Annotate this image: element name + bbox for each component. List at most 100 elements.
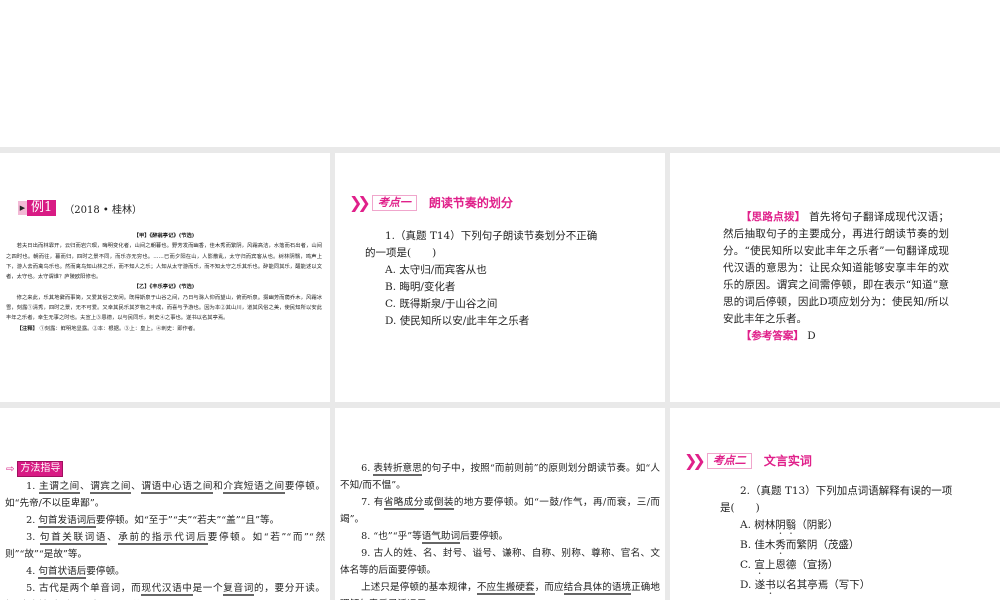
- question-text-cont: 是( ): [720, 502, 760, 514]
- passage-jia-text: 若夫日出而林霏开，云归而岩穴暝，晦明变化者，山间之朝暮也。野芳发而幽香，佳木秀而…: [6, 243, 322, 281]
- underlined-keyword: 句首状语后: [38, 566, 87, 579]
- method-header: ⇨ 方法指导: [6, 461, 64, 477]
- rule-paragraph: 5. 古代是两个单音词，而现代汉语中是一个复音词的，要分开读。如“今齐地/方千里…: [5, 580, 325, 600]
- kaodian-title: 朗读节奏的划分: [428, 196, 513, 210]
- rule-text: 或: [423, 497, 434, 508]
- underlined-keyword: 省略成分: [383, 497, 424, 510]
- double-chevron-icon: ❯❯: [684, 451, 706, 470]
- rule-paragraph: 上述只是停顿的基本规律，不应生搬硬套，而应结合具体的语境正确地理解句意后灵活运用…: [340, 579, 660, 600]
- rule-text: ，而应: [534, 582, 564, 593]
- slide-example-1[interactable]: ▶ 例1 （2018 • 桂林） 【甲】《醉翁亭记》(节选) 若夫日出而林霏开，…: [0, 153, 330, 402]
- slide-method-guide[interactable]: ⇨ 方法指导 1. 主谓之间、谓宾之间、谓语中心语之间和介宾短语之间要停顿。如“…: [0, 408, 330, 600]
- underlined-keyword: 谓语中心语之间: [141, 481, 214, 494]
- method-badge: 方法指导: [17, 461, 64, 477]
- underlined-keyword: 结合具体的语境: [563, 582, 632, 595]
- example-badge: 例1: [27, 200, 57, 216]
- slide-kaodian-2[interactable]: ❯❯ 考点二 文言实词 2.（真题 T13）下列加点词语解释有误的一项 是( )…: [670, 408, 1000, 600]
- rule-paragraph: 8. “也”“乎”等语气助词后要停顿。: [340, 528, 660, 545]
- option-text: 上恩德（宣扬）: [764, 559, 839, 571]
- rule-paragraph: 4. 句首状语后要停顿。: [5, 563, 325, 580]
- option-b: B. 晦明/变化者: [385, 281, 456, 293]
- option-a: A. 太守归/而宾客从也: [385, 264, 487, 276]
- rule-text: 9. 古人的姓、名、封号、谥号、谦称、自称、别称、尊称、官名、文体名等的后面要停…: [340, 548, 660, 576]
- rule-text: 后要停顿。: [460, 531, 509, 542]
- question-2: 2.（真题 T13）下列加点词语解释有误的一项 是( ) A. 树林阴翳（阴影）…: [720, 483, 952, 597]
- dotted-word: 书: [765, 579, 776, 591]
- dotted-word: 秀: [775, 539, 786, 551]
- passage-yi-title: 【乙】《丰乐亭记》(节选): [133, 284, 195, 291]
- answer-analysis: 【思路点拨】 首先将句子翻译成现代汉语；然后抽取句子的主要成分，再进行朗读节奏的…: [723, 209, 949, 345]
- option-text: C.: [740, 559, 755, 571]
- rule-paragraph: 3. 句首关联词语、承前的指示代词后要停顿。如“若”“而”“然则”“故”“是故”…: [5, 529, 325, 563]
- underlined-keyword: 介宾短语之间: [223, 481, 285, 494]
- rule-text: 4.: [26, 566, 39, 577]
- method-rules-cont: 6. 表转折意思的句子中，按照“而前则前”的原则划分朗读节奏。如“人不知/而不愠…: [340, 460, 660, 600]
- kaodian-label: 考点一: [371, 194, 417, 211]
- dotted-word: 宣: [754, 559, 765, 571]
- question-text: 1.（真题 T14）下列句子朗读节奏划分不正确: [385, 230, 598, 242]
- underlined-keyword: 句首关联词语: [39, 532, 108, 545]
- option-c: C. 既得斯泉/于山谷之间: [385, 298, 498, 310]
- passage-jia-title: 【甲】《醉翁亭记》(节选): [133, 233, 195, 239]
- option-text: 而繁阴（茂盛）: [785, 539, 860, 551]
- rule-text: 、: [131, 481, 142, 492]
- rule-paragraph: 1. 主谓之间、谓宾之间、谓语中心语之间和介宾短语之间要停顿。如“先帝/不以臣卑…: [5, 478, 325, 512]
- underlined-keyword: 倒装: [433, 497, 454, 510]
- underlined-keyword: 语气助词: [421, 531, 461, 544]
- slide-answer-1[interactable]: 【思路点拨】 首先将句子翻译成现代汉语；然后抽取句子的主要成分，再进行朗读节奏的…: [670, 153, 1000, 402]
- rule-text: 和: [213, 481, 224, 492]
- option-text: B. 佳木: [740, 539, 776, 551]
- answer-value: D: [807, 330, 816, 342]
- slide-kaodian-1[interactable]: ❯❯ 考点一 朗读节奏的划分 1.（真题 T14）下列句子朗读节奏划分不正确 的…: [335, 153, 665, 402]
- option-d: D. 遂书以名其亭焉（写下）: [720, 577, 952, 597]
- underlined-keyword: 主谓之间: [38, 481, 80, 494]
- method-rules: 1. 主谓之间、谓宾之间、谓语中心语之间和介宾短语之间要停顿。如“先帝/不以臣卑…: [5, 478, 325, 600]
- kaodian-title: 文言实词: [763, 454, 812, 468]
- kaodian-header: ❯❯ 考点二 文言实词: [684, 451, 812, 470]
- underlined-keyword: 现代汉语中: [141, 583, 193, 596]
- question-text: 2.（真题 T13）下列加点词语解释有误的一项: [740, 485, 953, 497]
- underlined-keyword: 不应生搬硬套: [476, 582, 535, 595]
- rule-text: 要停顿。如“至于”“夫”“若夫”“盖”“且”等。: [95, 515, 280, 526]
- rule-text: 、: [107, 532, 119, 543]
- rule-text: 3.: [26, 532, 40, 543]
- underlined-keyword: 句首发语词后: [38, 515, 96, 528]
- rule-text: 1.: [26, 481, 39, 492]
- option-text: （阴影）: [796, 519, 839, 531]
- rule-paragraph: 9. 古人的姓、名、封号、谥号、谦称、自称、别称、尊称、官名、文体名等的后面要停…: [340, 545, 660, 579]
- rule-text: 是一个: [192, 583, 224, 594]
- slide-method-rules-cont[interactable]: 6. 表转折意思的句子中，按照“而前则前”的原则划分朗读节奏。如“人不知/而不愠…: [335, 408, 665, 600]
- question-text-cont: 的一项是( ): [365, 247, 437, 259]
- play-arrow-icon: ▶: [18, 201, 27, 215]
- rule-paragraph: 2. 句首发语词后要停顿。如“至于”“夫”“若夫”“盖”“且”等。: [5, 512, 325, 529]
- rule-text: 5. 古代是两个单音词，而: [26, 583, 142, 594]
- option-text: D. 遂: [740, 579, 766, 591]
- rule-text: 、: [79, 481, 91, 492]
- underlined-keyword: 复音词: [223, 583, 254, 596]
- underlined-keyword: 谓宾之间: [90, 481, 132, 494]
- rule-paragraph: 6. 表转折意思的句子中，按照“而前则前”的原则划分朗读节奏。如“人不知/而不愠…: [340, 460, 660, 494]
- option-text: A. 树林: [740, 519, 776, 531]
- underlined-keyword: 表转折意思: [373, 463, 422, 476]
- double-chevron-icon: ❯❯: [349, 193, 371, 212]
- option-text: 以名其亭焉（写下）: [775, 579, 871, 591]
- rule-text: 要停顿。: [86, 566, 125, 577]
- hint-label: 【思路点拨】: [740, 211, 806, 223]
- option-a: A. 树林阴翳（阴影）: [720, 517, 952, 537]
- passage-jia: 【甲】《醉翁亭记》(节选) 若夫日出而林霏开，云归而岩穴暝，晦明变化者，山间之朝…: [6, 231, 322, 334]
- example-header: ▶ 例1 （2018 • 桂林）: [18, 200, 142, 216]
- option-c: C. 宣上恩德（宣扬）: [720, 557, 952, 577]
- option-b: B. 佳木秀而繁阴（茂盛）: [720, 537, 952, 557]
- note-text: ①刻露：鲜明地显露。②本：根据。③上：皇上。④刺史：即作者。: [39, 325, 199, 332]
- dotted-word: 阴翳: [775, 519, 797, 531]
- hint-text: 首先将句子翻译成现代汉语；然后抽取句子的主要成分，再进行朗读节奏的划分。“使民知…: [723, 211, 950, 325]
- example-source: （2018 • 桂林）: [64, 204, 142, 216]
- rule-paragraph: 7. 有省略成分或倒装的地方要停顿。如“一鼓/作气，再/而衰，三/而竭”。: [340, 494, 660, 528]
- kaodian-header: ❯❯ 考点一 朗读节奏的划分: [349, 193, 513, 212]
- rule-text: 7. 有: [361, 497, 384, 508]
- kaodian-label: 考点二: [706, 452, 752, 469]
- arrow-right-icon: ⇨: [6, 463, 15, 475]
- rule-text: 上述只是停顿的基本规律，: [361, 582, 477, 593]
- note-label: 【注释】: [16, 325, 38, 332]
- question-1: 1.（真题 T14）下列句子朗读节奏划分不正确 的一项是( ) A. 太守归/而…: [365, 228, 597, 330]
